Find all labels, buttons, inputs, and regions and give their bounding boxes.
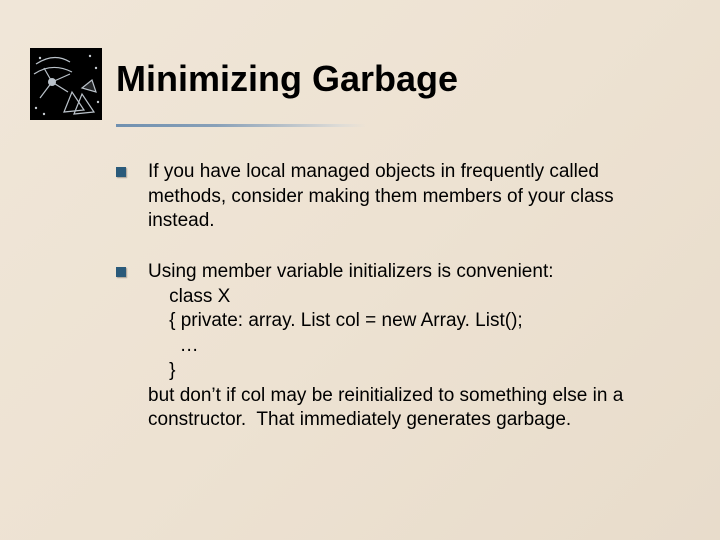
slide-logo [30,48,102,120]
bullet-line: { private: array. List col = new Array. … [148,309,680,334]
bullet-line: but don’t if col may be reinitialized to… [148,384,680,433]
slide-title: Minimizing Garbage [116,58,458,100]
bullet-line: … [148,334,680,359]
bullet-text: Using member variable initializers is co… [148,260,680,433]
bullet-item: If you have local managed objects in fre… [116,160,680,234]
bullet-text: If you have local managed objects in fre… [148,160,680,234]
bullet-line: class X [148,285,680,310]
slide: Minimizing Garbage If you have local man… [0,0,720,540]
slide-body: If you have local managed objects in fre… [116,160,680,459]
bullet-line: } [148,359,680,384]
square-bullet-icon [116,167,126,177]
square-bullet-icon [116,267,126,277]
title-underline [116,124,366,127]
bullet-item: Using member variable initializers is co… [116,260,680,433]
bullet-line: Using member variable initializers is co… [148,260,680,285]
